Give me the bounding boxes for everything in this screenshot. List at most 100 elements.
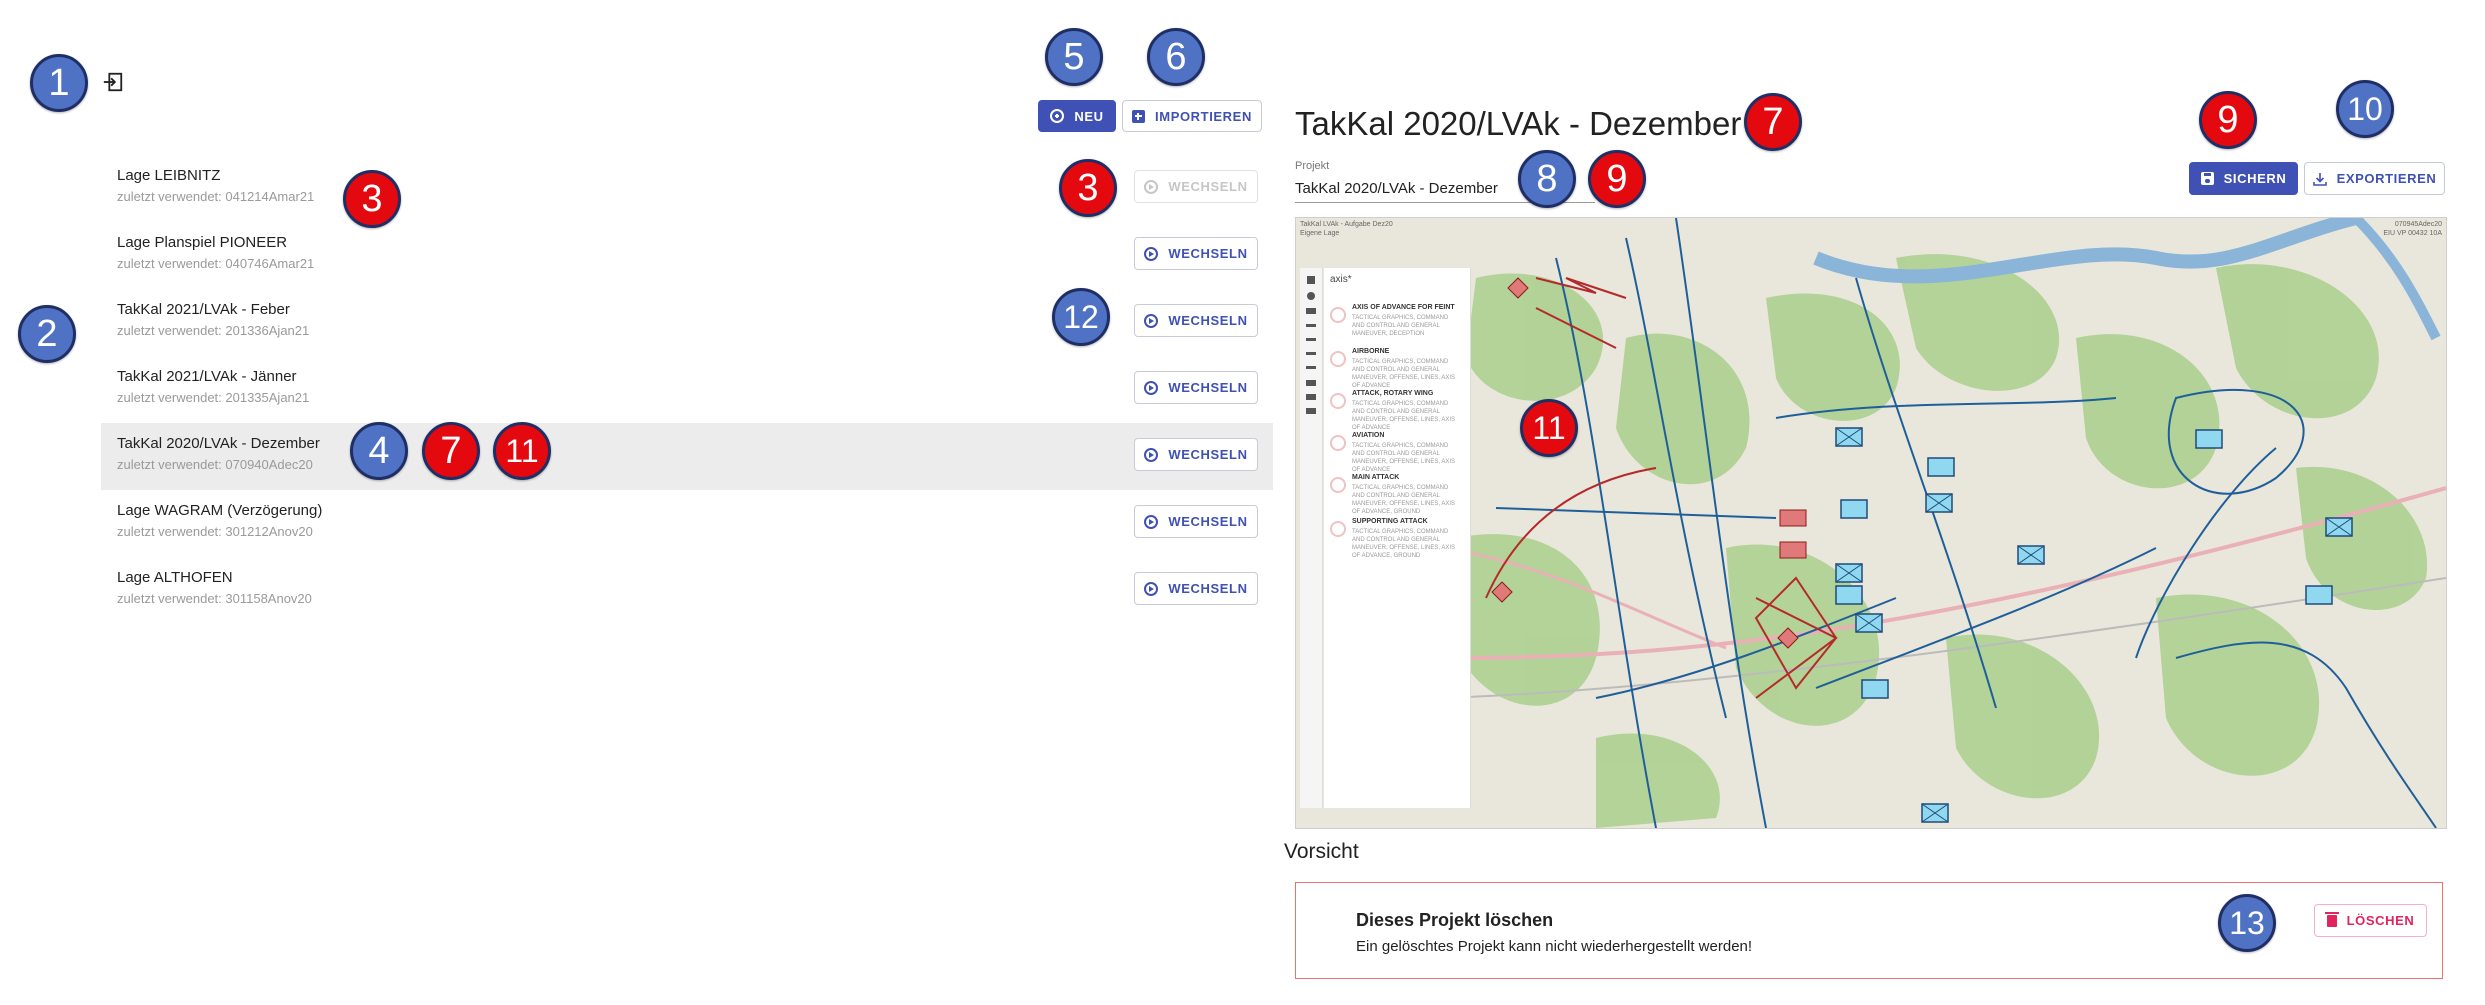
palette-item-desc: TACTICAL GRAPHICS, COMMAND AND CONTROL A… [1352,359,1456,389]
delete-label: LÖSCHEN [2346,913,2415,928]
annotation-callout: 8 [1518,150,1576,208]
map-preview[interactable]: TakKal LVAk - Aufgabe Dez20 Eigene Lage … [1295,217,2447,829]
project-row-subtitle: zuletzt verwendet: 301212Anov20 [117,524,313,539]
save-icon [2200,172,2214,185]
import-icon [1132,109,1146,123]
annotation-callout: 3 [1059,159,1117,217]
danger-section-title: Vorsicht [1284,840,1359,863]
map-corner-info: 070945Adec20 EIU VP 00432 10A [2383,220,2442,238]
palette-item-desc: TACTICAL GRAPHICS, COMMAND AND CONTROL A… [1352,485,1456,515]
switch-project-label: WECHSELN [1168,313,1248,328]
project-row-subtitle: zuletzt verwendet: 201335Ajan21 [117,390,310,405]
new-project-button[interactable]: NEU [1038,100,1116,132]
project-row[interactable]: TakKal 2021/LVAk - Jänner zuletzt verwend… [101,356,1273,423]
palette-item-title: MAIN ATTACK [1352,474,1400,481]
switch-project-button[interactable]: WECHSELN [1134,371,1258,404]
map-tool-icons[interactable] [1300,268,1322,468]
annotation-callout: 3 [343,170,401,228]
annotation-callout: 11 [1520,399,1578,457]
project-row-title: Lage Planspiel PIONEER [117,234,288,251]
annotation-callout: 4 [350,422,408,480]
annotation-callout: 7 [422,422,480,480]
switch-project-button[interactable]: WECHSELN [1134,505,1258,538]
project-row[interactable]: TakKal 2020/LVAk - Dezember zuletzt verwe… [101,423,1273,490]
annotation-callout: 12 [1052,288,1110,346]
project-field-label: Projekt [1295,160,1330,172]
annotation-callout: 1 [30,54,88,112]
play-circle-icon [1144,447,1159,462]
trash-icon [2324,911,2339,927]
annotation-callout: 9 [2199,91,2257,149]
map-corner-line1: 070945Adec20 [2394,221,2442,228]
save-button[interactable]: SICHERN [2189,162,2298,195]
download-icon [2312,172,2327,186]
map-corner-line2: EIU VP 00432 10A [2383,230,2442,237]
switch-project-button[interactable]: WECHSELN [1134,572,1258,605]
delete-button[interactable]: LÖSCHEN [2314,904,2427,937]
project-row-subtitle: zuletzt verwendet: 070940Adec20 [117,457,313,472]
symbol-icon [1330,351,1346,367]
switch-project-button[interactable]: WECHSELN [1134,170,1258,203]
switch-project-label: WECHSELN [1168,380,1248,395]
switch-project-button[interactable]: WECHSELN [1134,438,1258,471]
play-circle-icon [1144,246,1159,261]
plus-circle-icon [1050,109,1065,123]
save-label: SICHERN [2223,171,2287,186]
map-caption: TakKal LVAk - Aufgabe Dez20 Eigene Lage [1300,220,1393,238]
map-caption-line2: Eigene Lage [1300,230,1340,237]
logout-icon[interactable] [102,71,124,93]
switch-project-label: WECHSELN [1168,581,1248,596]
palette-item-title: AVIATION [1352,432,1385,439]
switch-project-label: WECHSELN [1168,447,1248,462]
annotation-callout: 6 [1147,28,1205,86]
project-row-title: TakKal 2021/LVAk - Jänner [117,368,297,385]
import-button[interactable]: IMPORTIEREN [1122,100,1262,132]
project-title: TakKal 2020/LVAk - Dezember [1295,105,1742,142]
palette-item-title: AIRBORNE [1352,348,1390,355]
project-row[interactable]: Lage WAGRAM (Verzögerung) zuletzt verwend… [101,490,1273,557]
import-label: IMPORTIEREN [1155,108,1252,124]
project-row[interactable]: Lage ALTHOFEN zuletzt verwendet: 301158An… [101,557,1273,624]
palette-search-input[interactable]: axis* [1330,274,1352,285]
project-row-title: Lage LEIBNITZ [117,167,221,184]
palette-item-title: AXIS OF ADVANCE FOR FEINT [1352,304,1455,311]
palette-item-title: SUPPORTING ATTACK [1352,518,1428,525]
project-row[interactable]: Lage Planspiel PIONEER zuletzt verwendet:… [101,222,1273,289]
danger-text: Ein gelöschtes Projekt kann nicht wieder… [1356,938,1753,955]
map-caption-line1: TakKal LVAk - Aufgabe Dez20 [1300,221,1393,228]
palette-item-desc: TACTICAL GRAPHICS, COMMAND AND CONTROL A… [1352,315,1449,337]
project-row-subtitle: zuletzt verwendet: 041214Amar21 [117,189,315,204]
switch-project-button[interactable]: WECHSELN [1134,237,1258,270]
symbol-icon [1330,477,1346,493]
annotation-callout: 9 [1588,150,1646,208]
switch-project-label: WECHSELN [1168,179,1248,194]
project-row-title: Lage ALTHOFEN [117,569,233,586]
switch-project-label: WECHSELN [1168,246,1248,261]
danger-title: Dieses Projekt löschen [1356,910,1554,930]
switch-project-button[interactable]: WECHSELN [1134,304,1258,337]
annotation-callout: 10 [2336,80,2394,138]
annotation-callout: 5 [1045,28,1103,86]
palette-item-title: ATTACK, ROTARY WING [1352,390,1434,397]
export-label: EXPORTIEREN [2336,171,2437,186]
project-row-subtitle: zuletzt verwendet: 040746Amar21 [117,256,315,271]
palette-item-desc: TACTICAL GRAPHICS, COMMAND AND CONTROL A… [1352,401,1456,431]
symbol-icon [1330,393,1346,409]
annotation-callout: 7 [1744,93,1802,151]
play-circle-icon [1144,380,1159,395]
play-circle-icon [1144,514,1159,529]
symbol-icon [1330,307,1346,323]
project-row-title: Lage WAGRAM (Verzögerung) [117,502,323,519]
play-circle-icon [1144,179,1159,194]
project-list: Lage LEIBNITZ zuletzt verwendet: 041214Am… [101,155,1273,624]
export-button[interactable]: EXPORTIEREN [2304,162,2445,195]
symbol-icon [1330,435,1346,451]
project-row-subtitle: zuletzt verwendet: 301158Anov20 [117,591,312,606]
palette-item-desc: TACTICAL GRAPHICS, COMMAND AND CONTROL A… [1352,443,1456,473]
palette-item-desc: TACTICAL GRAPHICS, COMMAND AND CONTROL A… [1352,529,1456,559]
annotation-callout: 13 [2218,894,2276,952]
project-row-subtitle: zuletzt verwendet: 201336Ajan21 [117,323,310,338]
switch-project-label: WECHSELN [1168,514,1248,529]
map-toolbar [1300,268,1323,808]
annotation-callout: 2 [18,305,76,363]
